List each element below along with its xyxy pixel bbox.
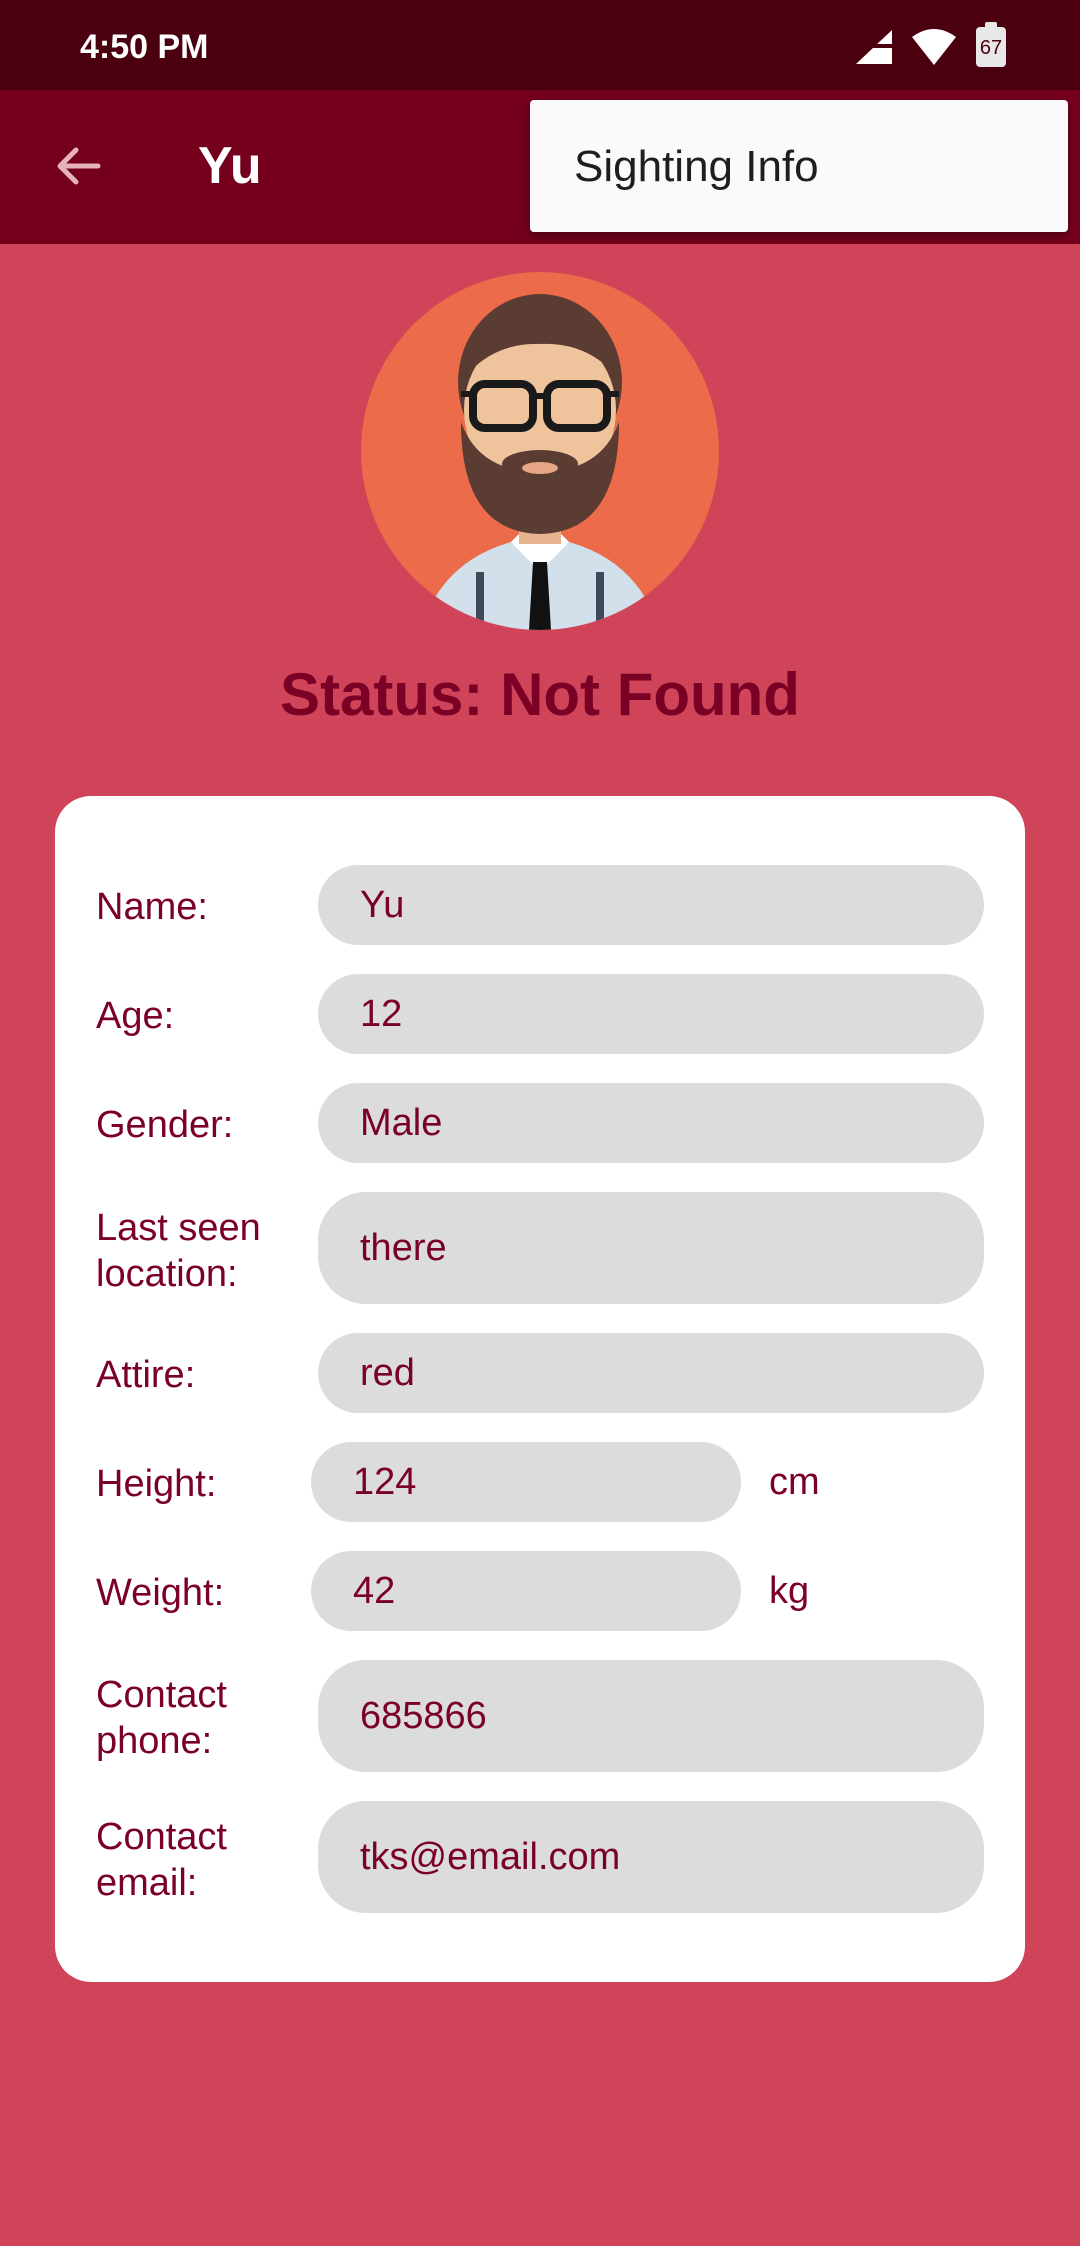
status-time: 4:50 PM — [80, 28, 209, 66]
name-value: Yu — [360, 883, 405, 926]
phone-label-line2: phone: — [96, 1720, 213, 1762]
status-icons: + 67 — [856, 22, 1006, 68]
location-field[interactable]: there — [318, 1192, 984, 1304]
weight-label: Weight: — [96, 1572, 225, 1614]
age-value: 12 — [360, 992, 403, 1035]
phone-label-line1: Contact — [96, 1674, 227, 1716]
menu-item-sighting-info[interactable]: Sighting Info — [574, 142, 819, 192]
attire-field[interactable]: red — [318, 1333, 984, 1413]
height-value: 124 — [353, 1460, 417, 1503]
phone-field[interactable]: 685866 — [318, 1660, 984, 1772]
phone-value: 685866 — [360, 1694, 487, 1737]
email-label-line1: Contact — [96, 1816, 227, 1858]
weight-unit: kg — [769, 1570, 810, 1612]
battery-icon: 67 — [976, 22, 1006, 67]
name-label: Name: — [96, 886, 208, 928]
weight-value: 42 — [353, 1569, 396, 1612]
location-value: there — [360, 1226, 447, 1269]
signal-icon — [856, 30, 892, 64]
status-bar: 4:50 PM + 67 — [0, 0, 1080, 90]
email-value: tks@email.com — [360, 1835, 621, 1878]
name-field[interactable]: Yu — [318, 865, 984, 945]
status-text: Status: Not Found — [280, 661, 800, 728]
svg-text:+: + — [940, 52, 950, 65]
height-field[interactable]: 124 — [311, 1442, 741, 1522]
location-label-line2: location: — [96, 1253, 238, 1295]
height-label: Height: — [96, 1463, 217, 1505]
person-avatar-icon — [421, 294, 659, 630]
back-arrow-icon[interactable] — [52, 140, 104, 192]
wifi-icon: + — [912, 29, 956, 65]
gender-value: Male — [360, 1101, 443, 1144]
email-label-line2: email: — [96, 1862, 198, 1904]
attire-label: Attire: — [96, 1354, 196, 1396]
overflow-menu: Sighting Info — [530, 100, 1068, 232]
page-title: Yu — [198, 137, 262, 195]
weight-field[interactable]: 42 — [311, 1551, 741, 1631]
height-unit: cm — [769, 1461, 820, 1503]
attire-value: red — [360, 1351, 415, 1394]
email-field[interactable]: tks@email.com — [318, 1801, 984, 1913]
gender-label: Gender: — [96, 1104, 234, 1146]
location-label-line1: Last seen — [96, 1207, 261, 1249]
age-field[interactable]: 12 — [318, 974, 984, 1054]
avatar — [361, 272, 719, 630]
age-label: Age: — [96, 995, 175, 1037]
gender-field[interactable]: Male — [318, 1083, 984, 1163]
